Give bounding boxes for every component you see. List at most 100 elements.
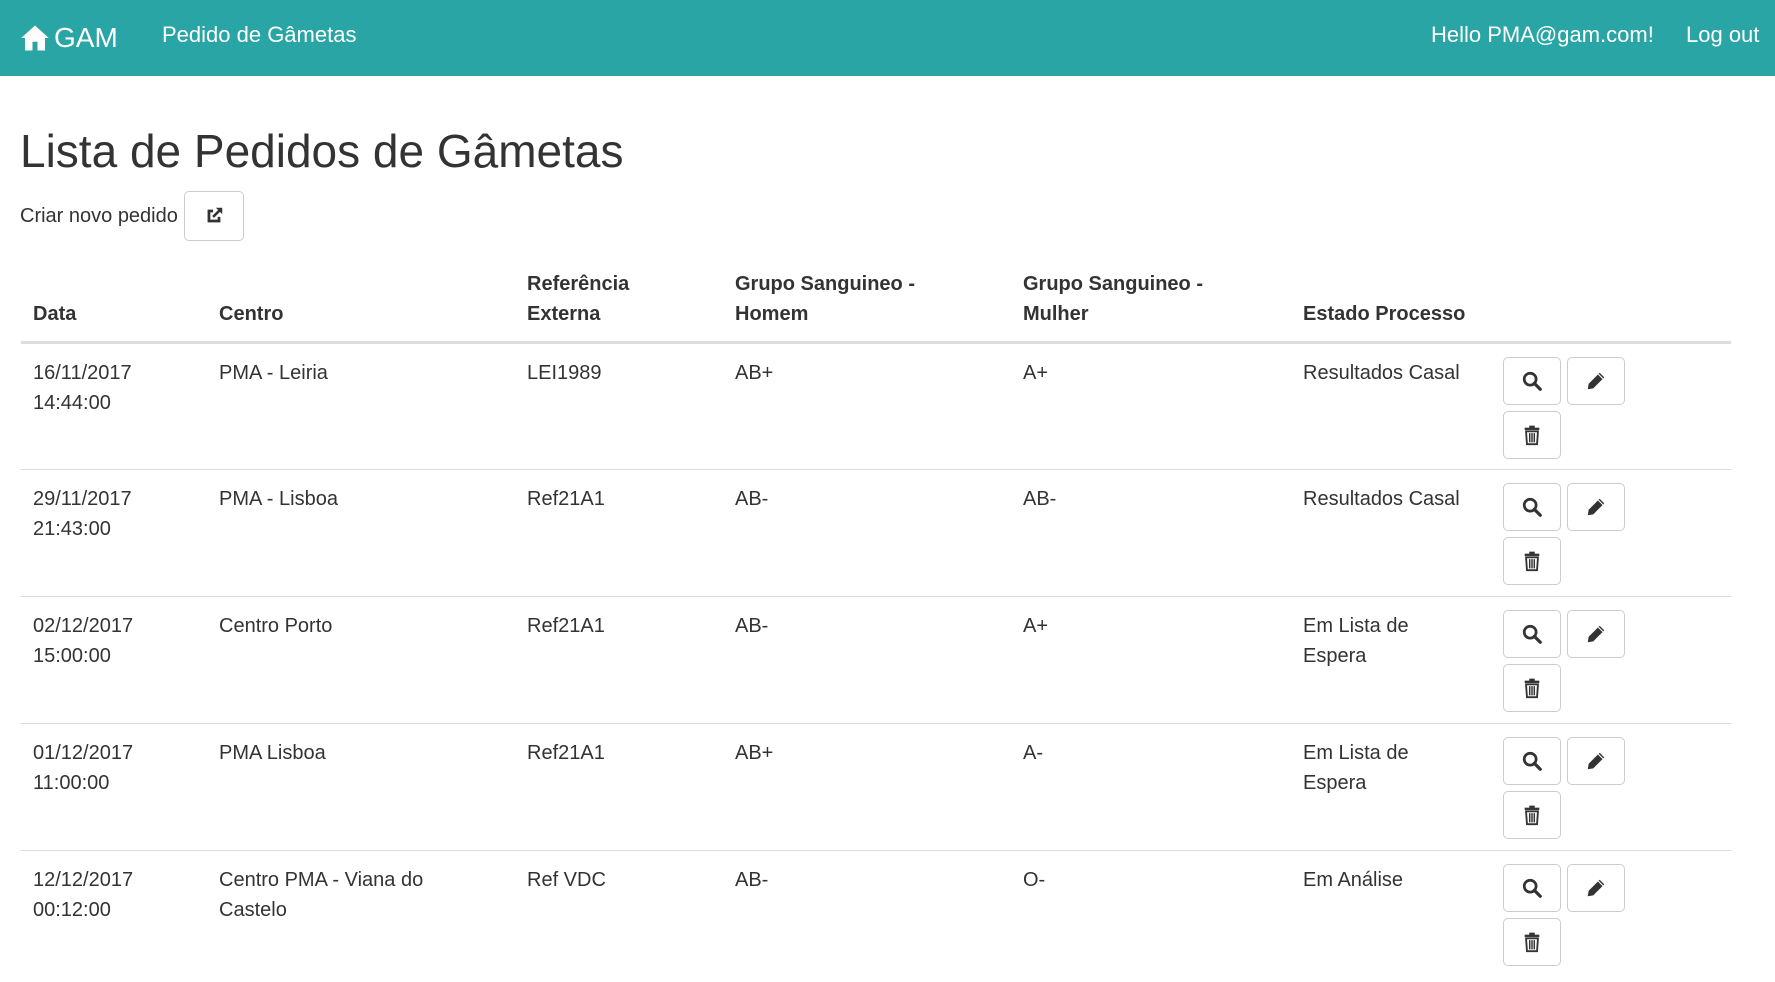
cell-gs-mulher: A- (1011, 723, 1291, 851)
logout-link[interactable]: Log out (1686, 22, 1759, 48)
col-header-referencia: Referência Externa (515, 262, 723, 344)
cell-referencia: LEI1989 (515, 342, 723, 470)
search-icon (1522, 751, 1542, 771)
cell-actions (1493, 850, 1731, 977)
delete-button[interactable] (1503, 410, 1561, 459)
page-title: Lista de Pedidos de Gâmetas (20, 125, 624, 177)
col-header-centro: Centro (207, 262, 515, 344)
cell-gs-homem: AB- (723, 596, 1011, 724)
cell-gs-mulher: O- (1023, 868, 1046, 891)
cell-data: 02/12/2017 15:00:00 (21, 596, 207, 724)
delete-button[interactable] (1503, 917, 1561, 966)
cell-estado: Em Lista de Espera (1291, 723, 1493, 851)
details-button[interactable] (1503, 863, 1561, 912)
table-row: 12/12/2017 00:12:00 Centro PMA - Viana do… (21, 850, 1731, 977)
edit-button[interactable] (1567, 356, 1625, 405)
cell-gs-homem: AB+ (723, 342, 1011, 470)
search-icon (1522, 624, 1542, 644)
cell-date: 02/12/2017 (33, 614, 134, 637)
edit-button[interactable] (1567, 609, 1625, 658)
action-buttons (1503, 609, 1625, 712)
table-row: 01/12/2017 11:00:00 PMA Lisboa Ref21A1 AB… (21, 723, 1731, 851)
external-link-icon (207, 207, 223, 223)
col-header-estado: Estado Processo (1291, 262, 1493, 344)
cell-gs-mulher: A+ (1011, 596, 1291, 724)
search-icon (1522, 878, 1542, 898)
nav-link-pedido-gametas[interactable]: Pedido de Gâmetas (162, 22, 356, 48)
cell-gs-homem: AB+ (723, 723, 1011, 851)
cell-referencia: Ref21A1 (515, 596, 723, 724)
cell-time: 21:43:00 (33, 517, 111, 540)
cell-centro: PMA Lisboa (207, 723, 515, 851)
cell-estado-text: Em Lista de Espera (1303, 614, 1409, 667)
cell-actions (1493, 342, 1731, 470)
brand-link[interactable]: GAM (20, 20, 118, 56)
pencil-icon (1587, 752, 1605, 769)
cell-centro: PMA - Leiria (207, 342, 515, 470)
table-row: 16/11/2017 14:44:00 PMA - Leiria LEI1989 … (21, 342, 1731, 470)
cell-referencia: Ref21A1 (515, 723, 723, 851)
cell-estado: Resultados Casal (1291, 469, 1493, 597)
home-icon (21, 25, 49, 51)
action-buttons (1503, 736, 1625, 839)
requests-table: Data Centro Referência Externa Grupo San… (21, 262, 1731, 977)
col-header-gs-mulher: Grupo Sanguineo - Mulher (1011, 262, 1291, 344)
search-icon (1522, 371, 1542, 391)
cell-gs-homem: AB- (735, 868, 769, 891)
pencil-icon (1587, 625, 1605, 642)
details-button[interactable] (1503, 482, 1561, 531)
trash-icon (1524, 678, 1540, 698)
cell-actions (1493, 596, 1731, 724)
action-buttons (1503, 482, 1625, 585)
cell-actions (1493, 469, 1731, 597)
cell-data: 12/12/2017 00:12:00 (21, 850, 207, 977)
create-new-button[interactable] (183, 191, 244, 241)
edit-button[interactable] (1567, 482, 1625, 531)
cell-data: 29/11/2017 21:43:00 (21, 469, 207, 597)
cell-referencia: Ref VDC (527, 868, 606, 891)
pencil-icon (1587, 498, 1605, 515)
navbar: GAM Pedido de Gâmetas Hello PMA@gam.com!… (0, 0, 1775, 76)
cell-time: 11:00:00 (33, 771, 110, 794)
brand-label: GAM (54, 22, 118, 53)
edit-button[interactable] (1567, 736, 1625, 785)
trash-icon (1524, 805, 1540, 825)
col-header-referencia-text: Referência Externa (527, 272, 630, 325)
trash-icon (1524, 932, 1540, 952)
cell-actions (1493, 723, 1731, 851)
table-header-row: Data Centro Referência Externa Grupo San… (21, 262, 1731, 344)
cell-time: 14:44:00 (33, 391, 111, 414)
cell-time: 15:00:00 (33, 644, 111, 667)
details-button[interactable] (1503, 736, 1561, 785)
table-row: 29/11/2017 21:43:00 PMA - Lisboa Ref21A1 … (21, 469, 1731, 597)
col-header-gs-homem-text: Grupo Sanguineo - Homem (735, 272, 915, 325)
details-button[interactable] (1503, 356, 1561, 405)
delete-button[interactable] (1503, 536, 1561, 585)
details-button[interactable] (1503, 609, 1561, 658)
cell-centro: Centro Porto (207, 596, 515, 724)
cell-gs-homem: AB- (723, 469, 1011, 597)
create-row: Criar novo pedido (20, 191, 244, 241)
cell-estado: Em Análise (1303, 868, 1404, 891)
delete-button[interactable] (1503, 790, 1561, 839)
pencil-icon (1587, 879, 1605, 896)
cell-date: 12/12/2017 (33, 868, 134, 891)
edit-button[interactable] (1567, 863, 1625, 912)
cell-estado: Resultados Casal (1291, 342, 1493, 470)
cell-centro-text: Centro PMA - Viana do Castelo (219, 868, 424, 921)
action-buttons (1503, 863, 1625, 966)
cell-date: 01/12/2017 (33, 741, 134, 764)
create-label: Criar novo pedido (20, 204, 178, 227)
cell-date: 16/11/2017 (33, 361, 132, 384)
table-row: 02/12/2017 15:00:00 Centro Porto Ref21A1 … (21, 596, 1731, 724)
action-buttons (1503, 356, 1625, 459)
pencil-icon (1587, 372, 1605, 389)
cell-time: 00:12:00 (33, 898, 111, 921)
col-header-actions (1493, 262, 1731, 344)
cell-data: 16/11/2017 14:44:00 (21, 342, 207, 470)
cell-estado-text: Em Lista de Espera (1303, 741, 1409, 794)
col-header-data: Data (21, 262, 207, 344)
delete-button[interactable] (1503, 663, 1561, 712)
hello-user-link[interactable]: Hello PMA@gam.com! (1431, 22, 1654, 48)
cell-estado: Em Lista de Espera (1291, 596, 1493, 724)
